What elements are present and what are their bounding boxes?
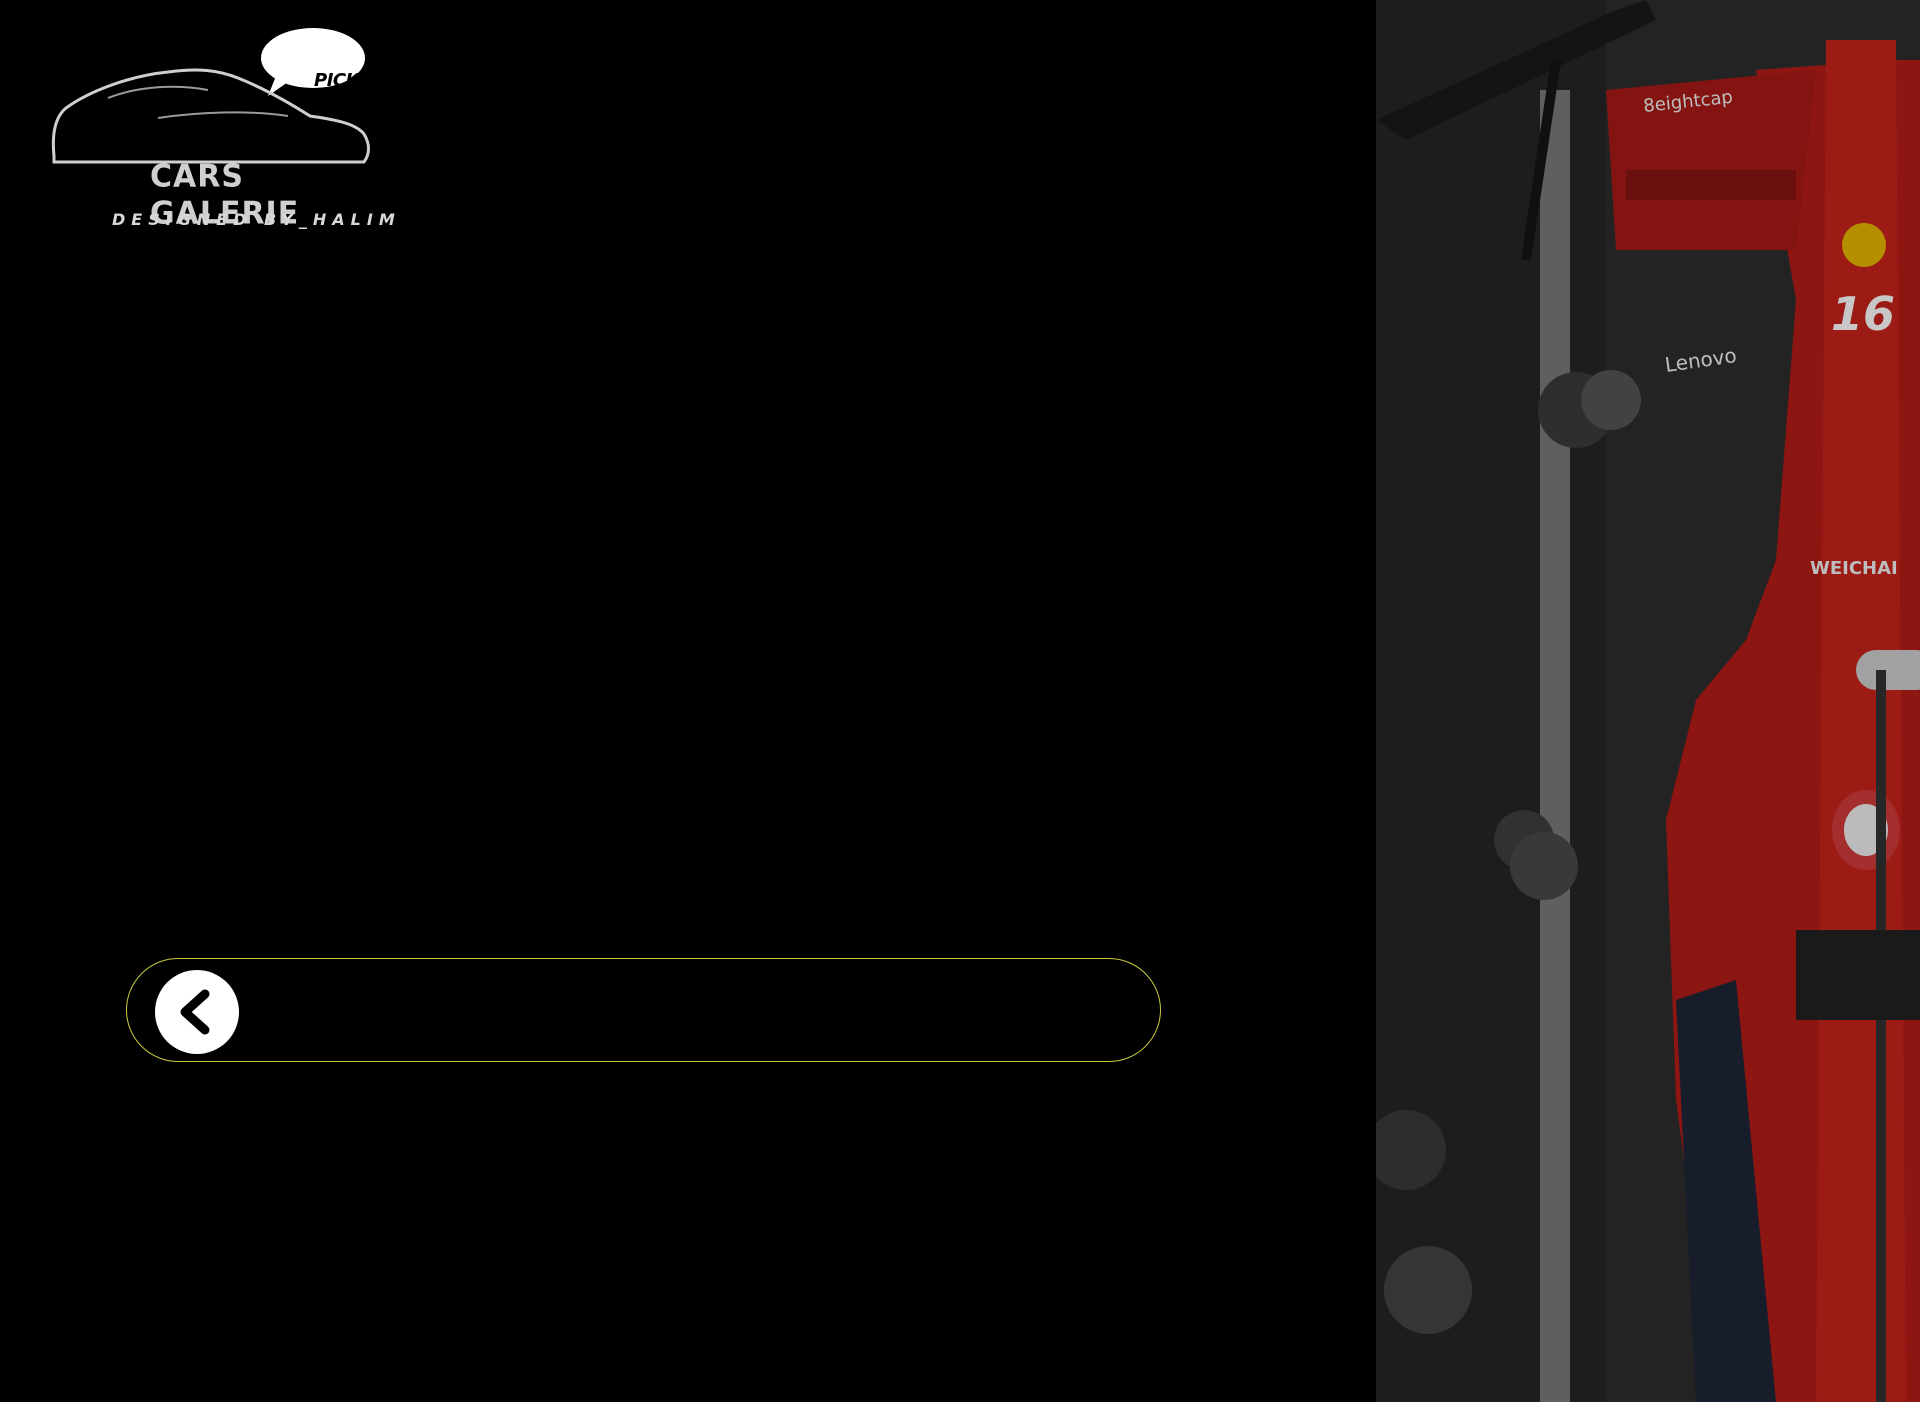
hero-image: 16 8eightcap Lenovo WEICHAI (1376, 0, 1920, 1402)
page: PICK ONE CARS GALERIE DESIGNED BY_HALIM (0, 0, 1920, 1402)
f1-car-pitstop-image: 16 8eightcap Lenovo WEICHAI (1376, 0, 1920, 1402)
site-logo[interactable]: PICK ONE CARS GALERIE DESIGNED BY_HALIM (48, 26, 406, 232)
chevron-left-icon (180, 989, 210, 1035)
logo-bubble-text: PICK ONE (314, 70, 406, 91)
logo-subtitle: DESIGNED BY_HALIM (112, 210, 401, 229)
carousel-nav-bar (126, 958, 1161, 1062)
back-button[interactable] (155, 970, 239, 1054)
